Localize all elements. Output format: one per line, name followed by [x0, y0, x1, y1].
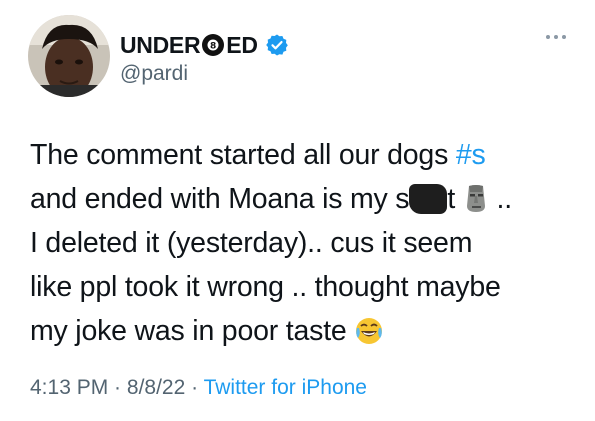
tweet-source-link[interactable]: Twitter for iPhone	[204, 376, 367, 399]
tweet: UNDER 8 ED @pardi The comment started al…	[0, 0, 595, 421]
display-name-part1: UNDER	[120, 31, 201, 58]
avatar[interactable]	[28, 15, 110, 97]
tweet-text: The comment started all our dogs #s and …	[30, 133, 578, 353]
tweet-line-2-before: and ended with Moana is my s	[30, 183, 410, 215]
tweet-date[interactable]: 8/8/22	[127, 376, 185, 399]
tweet-line-5-text: my joke was in poor taste	[30, 315, 347, 347]
tweet-line-2-after: t	[447, 183, 456, 215]
tweet-line-2-end: ..	[488, 183, 513, 215]
moai-emoji-icon	[466, 185, 485, 212]
meta-separator-2: ·	[185, 376, 204, 399]
eight-ball-icon: 8	[202, 34, 225, 56]
tweet-line-2: and ended with Moana is my s t ..	[30, 177, 578, 221]
display-name-part2: ED	[226, 31, 258, 58]
svg-text:8: 8	[210, 42, 216, 52]
tweet-time[interactable]: 4:13 PM	[30, 376, 108, 399]
author-handle[interactable]: @pardi	[120, 62, 188, 86]
tweet-line-1: The comment started all our dogs #s	[30, 133, 578, 177]
author-name-row[interactable]: UNDER 8 ED	[120, 31, 289, 59]
meta-separator-1: ·	[108, 376, 127, 399]
more-options-icon[interactable]	[546, 32, 572, 42]
tears-of-joy-emoji-icon	[356, 318, 383, 344]
redaction-mark	[409, 184, 448, 214]
tweet-line-5: my joke was in poor taste	[30, 309, 578, 353]
tweet-line-1-text: The comment started all our dogs	[30, 139, 456, 171]
display-name[interactable]: UNDER 8 ED	[120, 32, 258, 59]
tweet-line-4: like ppl took it wrong .. thought maybe	[30, 271, 501, 303]
verified-badge-icon	[265, 34, 288, 56]
hashtag-link[interactable]: #s	[456, 139, 486, 171]
tweet-line-3: I deleted it (yesterday).. cus it seem	[30, 227, 473, 259]
tweet-meta: 4:13 PM · 8/8/22 · Twitter for iPhone	[30, 376, 367, 400]
